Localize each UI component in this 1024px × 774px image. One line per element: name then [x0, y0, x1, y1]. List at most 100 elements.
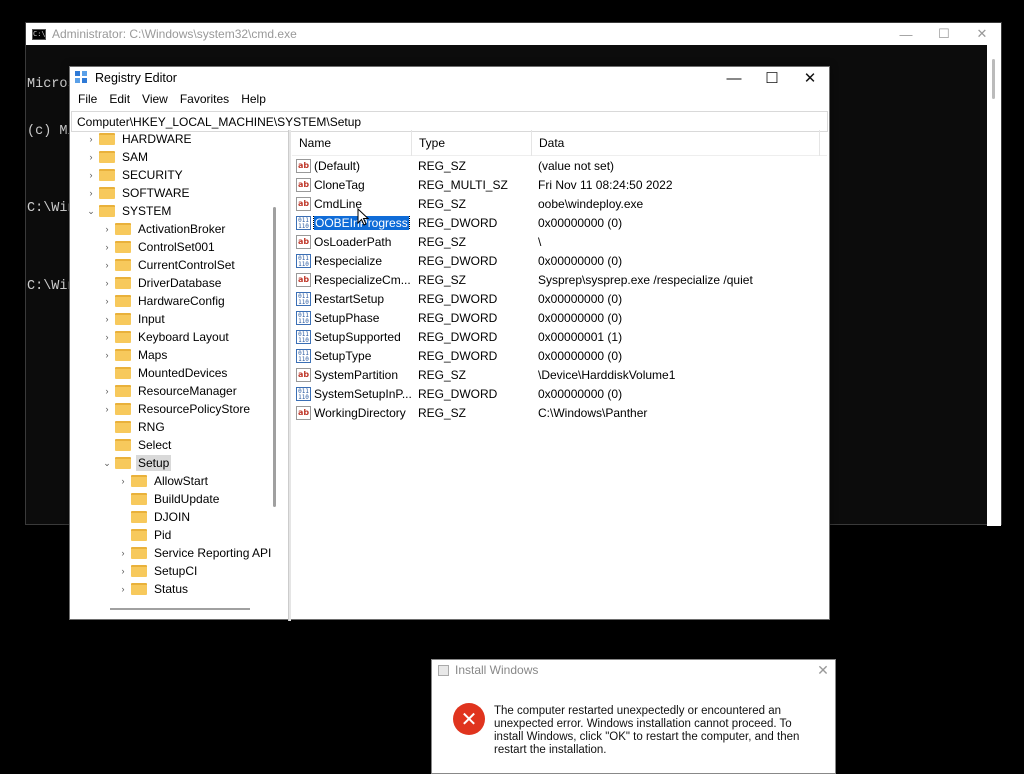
- tree-node[interactable]: DJOIN: [72, 508, 285, 526]
- value-row[interactable]: 011 110 SetupType REG_DWORD 0x00000000 (0): [292, 346, 827, 365]
- regedit-close-button[interactable]: ✕: [791, 69, 829, 87]
- cmd-title: Administrator: C:\Windows\system32\cmd.e…: [52, 27, 297, 41]
- cmd-titlebar[interactable]: C:\ Administrator: C:\Windows\system32\c…: [26, 23, 1001, 45]
- chevron-right-icon[interactable]: ›: [86, 134, 96, 144]
- tree-node[interactable]: ⌄ Setup: [72, 454, 285, 472]
- value-row[interactable]: ab CmdLine REG_SZ oobe\windeploy.exe: [292, 194, 827, 213]
- value-row[interactable]: ab CloneTag REG_MULTI_SZ Fri Nov 11 08:24:5…: [292, 175, 827, 194]
- chevron-right-icon[interactable]: ›: [102, 260, 112, 270]
- column-header-name[interactable]: Name: [292, 129, 412, 156]
- tree-node[interactable]: › Service Reporting API: [72, 544, 285, 562]
- string-value-icon: ab: [296, 367, 311, 382]
- cmd-scroll-thumb[interactable]: [992, 59, 995, 99]
- install-titlebar[interactable]: Install Windows ✕: [432, 660, 835, 680]
- chevron-right-icon[interactable]: ›: [102, 314, 112, 324]
- tree-node-label: HARDWARE: [122, 132, 192, 146]
- tree-node[interactable]: › HARDWARE: [72, 130, 285, 148]
- pane-splitter[interactable]: [288, 130, 291, 621]
- chevron-right-icon[interactable]: ›: [102, 386, 112, 396]
- cmd-close-button[interactable]: ✕: [963, 26, 1001, 42]
- value-row[interactable]: 011 110 SetupPhase REG_DWORD 0x00000000 (0): [292, 308, 827, 327]
- tree-node-label: DriverDatabase: [138, 276, 222, 290]
- menu-favorites[interactable]: Favorites: [175, 92, 234, 106]
- tree-node[interactable]: › SECURITY: [72, 166, 285, 184]
- regedit-maximize-button[interactable]: ☐: [753, 69, 791, 87]
- tree-node[interactable]: › AllowStart: [72, 472, 285, 490]
- tree-node[interactable]: › SetupCI: [72, 562, 285, 580]
- tree-node[interactable]: MountedDevices: [72, 364, 285, 382]
- tree-node[interactable]: › HardwareConfig: [72, 292, 285, 310]
- tree-node[interactable]: › ResourceManager: [72, 382, 285, 400]
- tree-node[interactable]: › ControlSet001: [72, 238, 285, 256]
- cmd-minimize-button[interactable]: —: [887, 27, 925, 42]
- chevron-right-icon[interactable]: ›: [102, 350, 112, 360]
- tree-node[interactable]: › Maps: [72, 346, 285, 364]
- tree-node[interactable]: Select: [72, 436, 285, 454]
- value-row[interactable]: 011 110 Respecialize REG_DWORD 0x00000000 (…: [292, 251, 827, 270]
- tree-node-label: Keyboard Layout: [138, 330, 229, 344]
- key-tree[interactable]: › HARDWARE › SAM › SECURITY › SOFTWARE ⌄ SYSTEM › A…: [72, 130, 285, 617]
- tree-node[interactable]: › ActivationBroker: [72, 220, 285, 238]
- tree-node[interactable]: › CurrentControlSet: [72, 256, 285, 274]
- value-row[interactable]: ab OsLoaderPath REG_SZ \: [292, 232, 827, 251]
- chevron-down-icon[interactable]: ⌄: [86, 206, 96, 217]
- chevron-right-icon[interactable]: ›: [102, 404, 112, 414]
- chevron-right-icon[interactable]: ›: [118, 476, 128, 486]
- regedit-titlebar[interactable]: Registry Editor — ☐ ✕: [70, 67, 829, 89]
- tree-node[interactable]: › SAM: [72, 148, 285, 166]
- chevron-right-icon[interactable]: ›: [118, 566, 128, 576]
- tree-node[interactable]: BuildUpdate: [72, 490, 285, 508]
- tree-horizontal-scrollbar[interactable]: [110, 608, 250, 610]
- tree-node[interactable]: › ResourcePolicyStore: [72, 400, 285, 418]
- value-data: 0x00000000 (0): [538, 215, 623, 230]
- value-row[interactable]: 011 110 OOBEInProgress REG_DWORD 0x00000000…: [292, 213, 827, 232]
- menu-edit[interactable]: Edit: [104, 92, 135, 106]
- value-type: REG_DWORD: [418, 329, 498, 344]
- tree-node[interactable]: Pid: [72, 526, 285, 544]
- tree-node-label: AllowStart: [154, 474, 209, 488]
- tree-node[interactable]: › Keyboard Layout: [72, 328, 285, 346]
- chevron-right-icon[interactable]: ›: [118, 548, 128, 558]
- value-row[interactable]: 011 110 SetupSupported REG_DWORD 0x00000001…: [292, 327, 827, 346]
- cmd-maximize-button[interactable]: ☐: [925, 26, 963, 42]
- regedit-minimize-button[interactable]: —: [715, 70, 753, 87]
- chevron-right-icon[interactable]: ›: [118, 584, 128, 594]
- tree-node[interactable]: › DriverDatabase: [72, 274, 285, 292]
- tree-node[interactable]: RNG: [72, 418, 285, 436]
- chevron-right-icon[interactable]: ›: [102, 242, 112, 252]
- value-data: 0x00000001 (1): [538, 329, 623, 344]
- tree-node[interactable]: › Input: [72, 310, 285, 328]
- column-header-type[interactable]: Type: [412, 129, 532, 156]
- chevron-down-icon[interactable]: ⌄: [102, 458, 112, 469]
- tree-node-label: BuildUpdate: [154, 492, 220, 506]
- value-row[interactable]: 011 110 SystemSetupInP... REG_DWORD 0x00000…: [292, 384, 827, 403]
- menu-help[interactable]: Help: [236, 92, 271, 106]
- chevron-right-icon[interactable]: ›: [86, 188, 96, 198]
- tree-scrollbar[interactable]: [273, 207, 276, 507]
- chevron-right-icon[interactable]: ›: [102, 224, 112, 234]
- folder-icon: [115, 457, 131, 469]
- chevron-right-icon[interactable]: ›: [86, 170, 96, 180]
- values-list[interactable]: Name Type Data ab (Default) REG_SZ (value n…: [292, 129, 827, 617]
- install-close-button[interactable]: ✕: [811, 662, 835, 679]
- value-row[interactable]: ab (Default) REG_SZ (value not set): [292, 156, 827, 175]
- value-row[interactable]: 011 110 RestartSetup REG_DWORD 0x00000000 (…: [292, 289, 827, 308]
- value-row[interactable]: ab WorkingDirectory REG_SZ C:\Windows\Panth…: [292, 403, 827, 422]
- tree-node[interactable]: ⌄ SYSTEM: [72, 202, 285, 220]
- dword-value-icon: 011 110: [296, 329, 311, 344]
- chevron-right-icon[interactable]: ›: [102, 296, 112, 306]
- value-row[interactable]: ab RespecializeCm... REG_SZ Sysprep\sysprep…: [292, 270, 827, 289]
- value-type: REG_DWORD: [418, 253, 498, 268]
- tree-node[interactable]: › SOFTWARE: [72, 184, 285, 202]
- tree-node-label: Input: [138, 312, 165, 326]
- column-header-data[interactable]: Data: [532, 129, 820, 156]
- tree-node[interactable]: › Status: [72, 580, 285, 598]
- dword-value-icon: 011 110: [296, 310, 311, 325]
- menu-file[interactable]: File: [73, 92, 102, 106]
- menu-view[interactable]: View: [137, 92, 173, 106]
- cmd-scrollbar[interactable]: [987, 45, 1001, 526]
- value-row[interactable]: ab SystemPartition REG_SZ \Device\HarddiskV…: [292, 365, 827, 384]
- chevron-right-icon[interactable]: ›: [86, 152, 96, 162]
- chevron-right-icon[interactable]: ›: [102, 332, 112, 342]
- chevron-right-icon[interactable]: ›: [102, 278, 112, 288]
